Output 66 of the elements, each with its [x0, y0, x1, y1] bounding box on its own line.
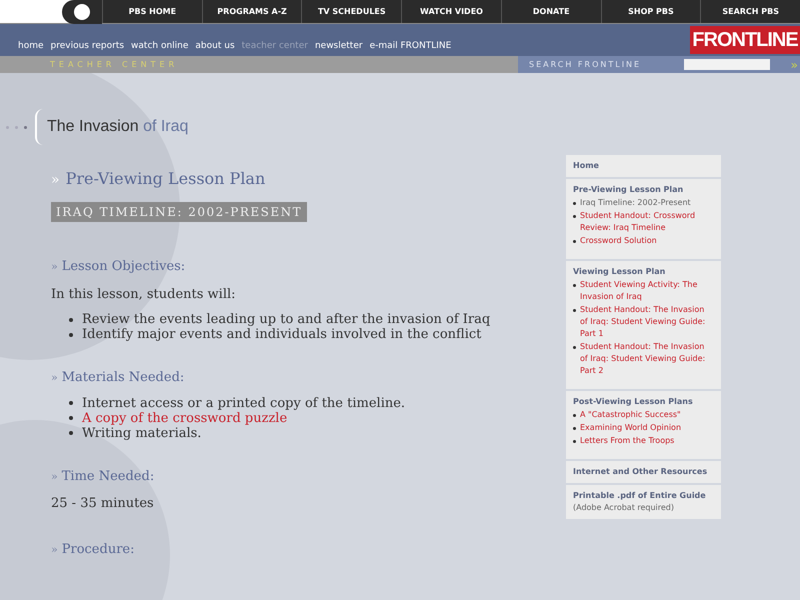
- bullet-icon: [573, 202, 576, 205]
- site-nav-link[interactable]: watch online: [131, 40, 188, 53]
- top-nav-link[interactable]: SEARCH PBS: [700, 0, 800, 23]
- timeline-badge: IRAQ TIMELINE: 2002-PRESENT: [51, 202, 308, 222]
- section-title: TEACHER CENTER: [50, 58, 178, 70]
- site-nav-link[interactable]: newsletter: [314, 40, 363, 53]
- sidebar-heading[interactable]: Internet and Other Resources: [573, 466, 714, 478]
- list-item: Identify major events and individuals involved in the conflict: [82, 327, 482, 342]
- site-nav-link[interactable]: home: [18, 40, 44, 53]
- sidebar-heading[interactable]: Post-Viewing Lesson Plans: [573, 396, 714, 408]
- marker: »: [51, 259, 58, 275]
- sidebar-link[interactable]: Student Handout: The Invasion of Iraq: Student Viewing Guide: Part 1: [580, 304, 714, 340]
- list-item: Review the events leading up to and after the invasion of Iraq: [82, 312, 490, 327]
- bullet-icon: [69, 332, 73, 336]
- sidebar-heading[interactable]: Pre-Viewing Lesson Plan: [573, 184, 714, 196]
- list-item: Writing materials.: [82, 426, 202, 440]
- sidebar-link[interactable]: Letters From the Troops: [580, 435, 674, 447]
- top-nav-link[interactable]: WATCH VIDEO: [401, 0, 501, 23]
- marker: »: [51, 468, 58, 484]
- sidebar-heading[interactable]: Home: [573, 160, 714, 172]
- body-text: 25 - 35 minutes: [51, 495, 155, 513]
- sidebar-link[interactable]: Examining World Opinion: [580, 422, 682, 434]
- bullet-icon: [573, 309, 576, 312]
- guide-title: The Invasion of Iraq: [47, 117, 188, 137]
- top-nav-link[interactable]: PBS HOME: [102, 0, 202, 23]
- sidebar-link[interactable]: Iraq Timeline: 2002-Present: [580, 197, 691, 209]
- section-heading: Time Needed:: [62, 468, 154, 486]
- marker: »: [51, 370, 58, 386]
- bullet-icon: [573, 427, 576, 430]
- marker: »: [51, 171, 60, 190]
- bullet-icon: [69, 416, 73, 420]
- section-heading: Materials Needed:: [62, 369, 184, 387]
- sidebar-heading[interactable]: Viewing Lesson Plan: [573, 266, 714, 278]
- top-nav-link[interactable]: TV SCHEDULES: [301, 0, 402, 23]
- bullet-icon: [573, 440, 576, 443]
- sidebar-note: (Adobe Acrobat required): [573, 502, 676, 514]
- frontline-logo[interactable]: FRONTLINE: [690, 26, 800, 54]
- top-nav-link[interactable]: DONATE: [500, 0, 601, 23]
- material-link[interactable]: A copy of the crossword puzzle: [82, 410, 288, 426]
- bullet-icon: [573, 240, 576, 243]
- sidebar-link[interactable]: Student Handout: Crossword Review: Iraq Timeline: [580, 210, 714, 234]
- search-label: SEARCH FRONTLINE: [529, 58, 642, 70]
- bullet-icon: [69, 318, 73, 322]
- top-nav-link[interactable]: SHOP PBS: [600, 0, 700, 23]
- sidebar-heading[interactable]: Printable .pdf of Entire Guide: [573, 490, 714, 502]
- bullet-icon: [573, 284, 576, 287]
- bullet-icon: [573, 414, 576, 417]
- sidebar-link[interactable]: A "Catastrophic Success": [580, 409, 681, 421]
- sidebar-link[interactable]: Student Viewing Activity: The Invasion of Iraq: [580, 279, 714, 303]
- list-item: Internet access or a printed copy of the timeline.: [82, 396, 406, 410]
- section-heading: Procedure:: [62, 540, 134, 558]
- bullet-icon: [69, 401, 73, 405]
- marker: »: [51, 542, 58, 558]
- site-nav-link[interactable]: previous reports: [50, 40, 124, 53]
- site-nav-link[interactable]: e-mail FRONTLINE: [370, 40, 452, 53]
- top-nav-link[interactable]: PROGRAMS A-Z: [202, 0, 302, 23]
- page-heading: Pre-Viewing Lesson Plan: [66, 168, 266, 190]
- search-field[interactable]: [684, 59, 770, 70]
- sidebar-link[interactable]: Crossword Solution: [580, 235, 657, 247]
- section-heading: Lesson Objectives:: [62, 258, 186, 276]
- sidebar-link[interactable]: Student Handout: The Invasion of Iraq: Student Viewing Guide: Part 2: [580, 341, 714, 377]
- bullet-icon: [573, 215, 576, 218]
- site-nav-link[interactable]: about us: [195, 40, 235, 53]
- bullet-icon: [69, 431, 73, 435]
- body-text: In this lesson, students will:: [51, 286, 237, 304]
- bullet-icon: [573, 346, 576, 349]
